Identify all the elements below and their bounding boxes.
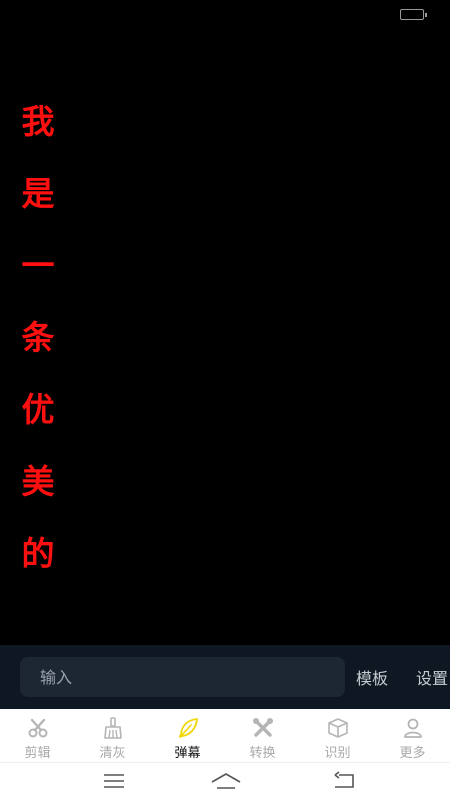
battery-icon	[400, 9, 427, 20]
scissors-icon	[28, 718, 47, 738]
tab-edit[interactable]: 剪辑	[0, 709, 75, 762]
input-bar: 模板 设置	[0, 645, 450, 709]
danmu-char: 美	[21, 462, 55, 501]
bottom-tab-bar: 剪辑 清灰 弹幕 转换 识别 更多	[0, 709, 450, 762]
danmu-stage: 我 是 一 条 优 美 的	[0, 28, 450, 645]
danmu-text: 我 是 一 条 优 美 的	[20, 86, 56, 590]
back-icon[interactable]	[331, 770, 357, 792]
tab-more[interactable]: 更多	[375, 709, 450, 762]
danmu-char: 是	[21, 174, 55, 213]
danmu-char: 条	[21, 318, 55, 357]
tools-icon	[252, 718, 273, 737]
danmu-char: 我	[21, 102, 55, 141]
danmu-input-box[interactable]	[20, 657, 345, 697]
home-icon[interactable]	[210, 770, 242, 792]
tab-clean[interactable]: 清灰	[75, 709, 150, 762]
tab-label: 识别	[324, 746, 351, 761]
tab-convert[interactable]: 转换	[225, 709, 300, 762]
settings-button[interactable]: 设置	[416, 665, 448, 689]
broom-icon	[103, 717, 122, 739]
tab-danmu[interactable]: 弹幕	[150, 709, 225, 762]
danmu-input[interactable]	[20, 657, 345, 697]
menu-icon[interactable]	[101, 770, 127, 792]
system-nav-bar	[0, 762, 450, 800]
tab-label: 弹幕	[174, 746, 201, 761]
tab-label: 更多	[399, 746, 426, 761]
person-icon	[403, 718, 422, 738]
tab-recognize[interactable]: 识别	[300, 709, 375, 762]
danmu-char: 优	[21, 390, 55, 429]
box-icon	[327, 718, 348, 738]
tab-label: 剪辑	[24, 746, 51, 761]
danmu-char: 一	[21, 246, 55, 285]
tab-label: 转换	[249, 746, 276, 761]
feather-icon	[178, 718, 198, 738]
template-button[interactable]: 模板	[356, 665, 388, 689]
status-bar	[0, 0, 450, 28]
danmu-char: 的	[21, 534, 55, 573]
tab-label: 清灰	[99, 746, 126, 761]
